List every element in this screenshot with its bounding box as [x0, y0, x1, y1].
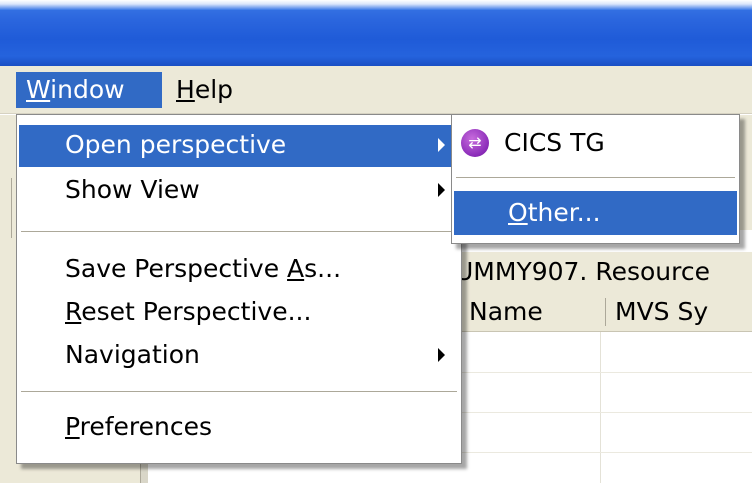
menu-separator	[456, 177, 735, 179]
cics-tg-label: CICS TG	[504, 128, 605, 157]
menu-item-preferences[interactable]: Preferences	[19, 407, 459, 449]
workbench-side-strip	[0, 178, 12, 238]
save-perspective-label: Save Perspective	[65, 254, 288, 283]
column-separator[interactable]	[605, 298, 606, 326]
menu-help-mnemonic: H	[176, 75, 195, 104]
open-perspective-label: Open perspective	[65, 130, 287, 159]
perspective-arrows-icon: ⇄	[461, 129, 489, 157]
menu-help[interactable]: Help	[166, 72, 256, 108]
menu-item-reset-perspective[interactable]: Reset Perspective...	[19, 292, 459, 334]
menu-item-show-view[interactable]: Show View	[19, 170, 459, 212]
window-title-bar[interactable]	[0, 0, 752, 66]
show-view-label: Show View	[65, 175, 200, 204]
open-perspective-submenu: ⇄ CICS TG Other...	[451, 114, 740, 244]
navigation-label: Navigation	[65, 340, 200, 369]
menu-separator	[21, 231, 457, 233]
preferences-label: references	[79, 412, 213, 441]
other-mnemonic: O	[508, 198, 528, 227]
menu-window-label: indow	[50, 75, 125, 104]
other-label: Other...	[508, 191, 601, 235]
save-perspective-label-end: s...	[304, 254, 342, 283]
title-bar-edge	[0, 0, 752, 10]
menu-bar: Window Help	[0, 66, 752, 114]
column-header-name[interactable]: Name	[469, 292, 543, 331]
table-grid-line	[600, 332, 601, 483]
window-menu-dropdown: Open perspective Show View Save Perspect…	[16, 114, 462, 464]
table-header: Name MVS Sy	[455, 292, 752, 332]
menu-window-mnemonic: W	[26, 75, 51, 104]
menu-separator	[21, 391, 457, 393]
other-label-text: ther...	[527, 198, 601, 227]
preferences-mnemonic: P	[65, 412, 80, 441]
menu-help-label: elp	[194, 75, 234, 104]
menu-window[interactable]: Window	[16, 72, 162, 108]
submenu-arrow-icon	[438, 183, 445, 197]
menu-item-navigation[interactable]: Navigation	[19, 335, 459, 377]
submenu-item-other[interactable]: Other...	[454, 191, 737, 235]
submenu-item-cics-tg[interactable]: ⇄ CICS TG	[454, 121, 737, 165]
menu-item-save-perspective-as[interactable]: Save Perspective As...	[19, 249, 459, 291]
resource-view-title: UMMY907. Resource	[455, 252, 752, 292]
menu-item-open-perspective[interactable]: Open perspective	[19, 125, 459, 167]
reset-perspective-mnemonic: R	[65, 297, 82, 326]
save-perspective-mnemonic: A	[287, 254, 305, 283]
submenu-arrow-icon	[438, 348, 445, 362]
submenu-arrow-icon	[438, 138, 445, 152]
reset-perspective-label: eset Perspective...	[81, 297, 312, 326]
column-header-mvs-system[interactable]: MVS Sy	[615, 292, 708, 331]
